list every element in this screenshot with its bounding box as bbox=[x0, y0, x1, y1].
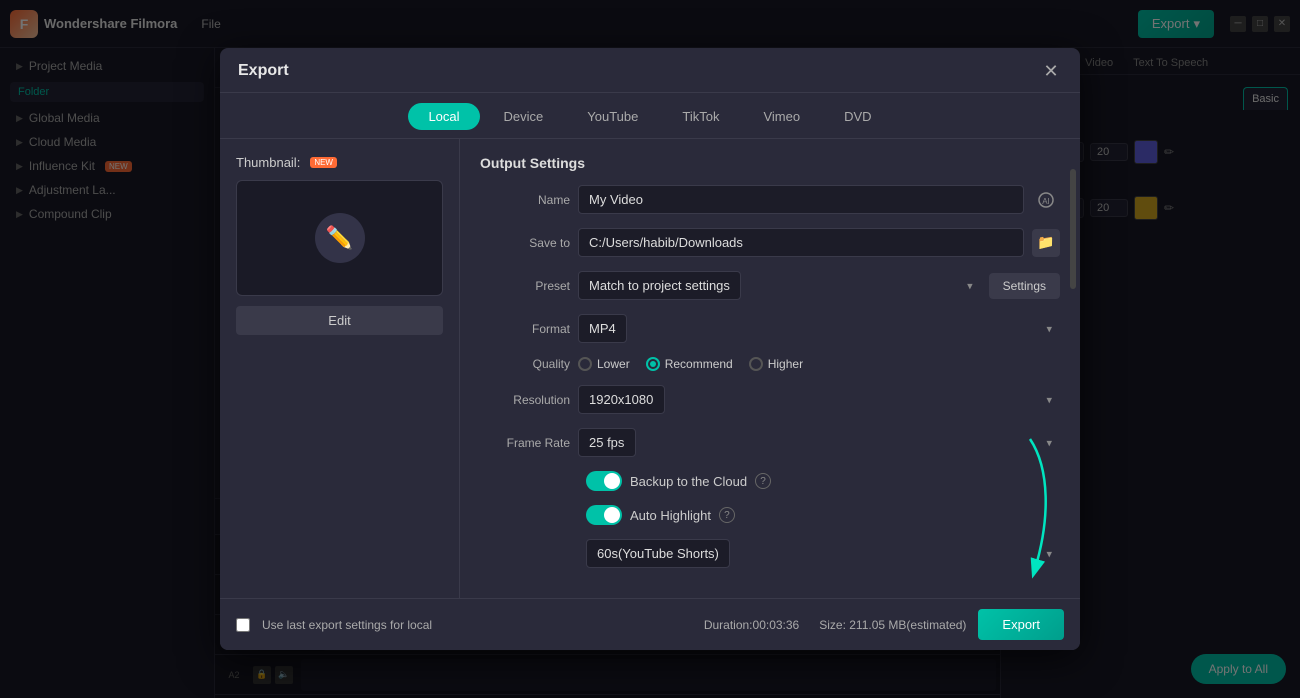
modal-close-button[interactable]: ✕ bbox=[1040, 60, 1062, 82]
quality-recommend[interactable]: Recommend bbox=[646, 357, 733, 371]
preset-select-wrapper: Match to project settings bbox=[578, 271, 981, 300]
folder-browse-button[interactable]: 📁 bbox=[1032, 229, 1060, 257]
svg-text:AI: AI bbox=[1042, 197, 1050, 206]
modal-thumbnail-section: Thumbnail: NEW ✏️ Edit bbox=[220, 139, 460, 598]
form-row-resolution: Resolution 1920x1080 bbox=[480, 385, 1060, 414]
form-row-save: Save to 📁 bbox=[480, 228, 1060, 257]
output-settings-title: Output Settings bbox=[480, 155, 1060, 171]
toggle-row-backup: Backup to the Cloud ? bbox=[480, 471, 1060, 491]
highlight-help-icon[interactable]: ? bbox=[719, 507, 735, 523]
size-stat: Size: 211.05 MB(estimated) bbox=[819, 618, 966, 632]
shorts-select-wrapper: 60s(YouTube Shorts) bbox=[586, 539, 1060, 568]
quality-higher[interactable]: Higher bbox=[749, 357, 803, 371]
form-row-shorts: 60s(YouTube Shorts) bbox=[480, 539, 1060, 568]
highlight-toggle-knob bbox=[604, 507, 620, 523]
quality-label: Quality bbox=[480, 357, 570, 371]
export-modal-button[interactable]: Export bbox=[978, 609, 1064, 640]
preset-select[interactable]: Match to project settings bbox=[578, 271, 741, 300]
frame-rate-select-wrapper: 25 fps bbox=[578, 428, 1060, 457]
radio-lower-outer bbox=[578, 357, 592, 371]
tab-dvd[interactable]: DVD bbox=[824, 103, 891, 130]
tab-tiktok[interactable]: TikTok bbox=[662, 103, 739, 130]
highlight-label: Auto Highlight bbox=[630, 508, 711, 523]
backup-toggle-knob bbox=[604, 473, 620, 489]
form-row-preset: Preset Match to project settings Setting… bbox=[480, 271, 1060, 300]
resolution-label: Resolution bbox=[480, 393, 570, 407]
scrollbar-thumb[interactable] bbox=[1070, 169, 1076, 289]
auto-highlight-toggle[interactable] bbox=[586, 505, 622, 525]
backup-cloud-toggle[interactable] bbox=[586, 471, 622, 491]
thumbnail-new-badge: NEW bbox=[310, 157, 337, 168]
radio-higher-outer bbox=[749, 357, 763, 371]
name-input[interactable] bbox=[578, 185, 1024, 214]
toggle-row-highlight: Auto Highlight ? bbox=[480, 505, 1060, 525]
backup-help-icon[interactable]: ? bbox=[755, 473, 771, 489]
modal-title: Export bbox=[238, 62, 289, 80]
quality-recommend-label: Recommend bbox=[665, 357, 733, 371]
quality-lower-label: Lower bbox=[597, 357, 630, 371]
form-row-quality: Quality Lower Recommend bbox=[480, 357, 1060, 371]
thumbnail-label: Thumbnail: NEW bbox=[236, 155, 443, 170]
modal-overlay: Export ✕ Local Device YouTube TikTok Vim… bbox=[0, 0, 1300, 698]
quality-lower[interactable]: Lower bbox=[578, 357, 630, 371]
shorts-select[interactable]: 60s(YouTube Shorts) bbox=[586, 539, 730, 568]
format-select-wrapper: MP4 bbox=[578, 314, 1060, 343]
tab-device[interactable]: Device bbox=[484, 103, 564, 130]
app-background: F Wondershare Filmora File Export ▾ ─ □ … bbox=[0, 0, 1300, 698]
form-row-framerate: Frame Rate 25 fps bbox=[480, 428, 1060, 457]
save-to-label: Save to bbox=[480, 236, 570, 250]
frame-rate-select[interactable]: 25 fps bbox=[578, 428, 636, 457]
last-settings-checkbox[interactable] bbox=[236, 618, 250, 632]
preset-label: Preset bbox=[480, 279, 570, 293]
modal-body: Thumbnail: NEW ✏️ Edit Output Settings N… bbox=[220, 139, 1080, 598]
duration-stat: Duration:00:03:36 bbox=[704, 618, 799, 632]
ai-name-button[interactable]: AI bbox=[1032, 186, 1060, 214]
modal-settings-section: Output Settings Name AI bbox=[460, 139, 1080, 598]
export-modal: Export ✕ Local Device YouTube TikTok Vim… bbox=[220, 48, 1080, 650]
modal-tabs: Local Device YouTube TikTok Vimeo DVD bbox=[220, 93, 1080, 139]
thumbnail-edit-icon: ✏️ bbox=[315, 213, 365, 263]
quality-higher-label: Higher bbox=[768, 357, 803, 371]
format-label: Format bbox=[480, 322, 570, 336]
radio-recommend-inner bbox=[650, 361, 656, 367]
quality-radio-group: Lower Recommend Higher bbox=[578, 357, 803, 371]
format-select[interactable]: MP4 bbox=[578, 314, 627, 343]
thumbnail-box: ✏️ bbox=[236, 180, 443, 296]
modal-footer: Use last export settings for local Durat… bbox=[220, 598, 1080, 650]
thumbnail-edit-button[interactable]: Edit bbox=[236, 306, 443, 335]
modal-header: Export ✕ bbox=[220, 48, 1080, 93]
save-path-input[interactable] bbox=[578, 228, 1024, 257]
name-label: Name bbox=[480, 193, 570, 207]
frame-rate-label: Frame Rate bbox=[480, 436, 570, 450]
form-row-format: Format MP4 bbox=[480, 314, 1060, 343]
resolution-select-wrapper: 1920x1080 bbox=[578, 385, 1060, 414]
tab-vimeo[interactable]: Vimeo bbox=[743, 103, 820, 130]
resolution-select[interactable]: 1920x1080 bbox=[578, 385, 665, 414]
footer-checkbox-label: Use last export settings for local bbox=[262, 618, 432, 632]
radio-recommend-outer bbox=[646, 357, 660, 371]
settings-button[interactable]: Settings bbox=[989, 273, 1060, 299]
tab-local[interactable]: Local bbox=[408, 103, 479, 130]
footer-stats: Duration:00:03:36 Size: 211.05 MB(estima… bbox=[704, 618, 967, 632]
backup-label: Backup to the Cloud bbox=[630, 474, 747, 489]
form-row-name: Name AI bbox=[480, 185, 1060, 214]
tab-youtube[interactable]: YouTube bbox=[567, 103, 658, 130]
